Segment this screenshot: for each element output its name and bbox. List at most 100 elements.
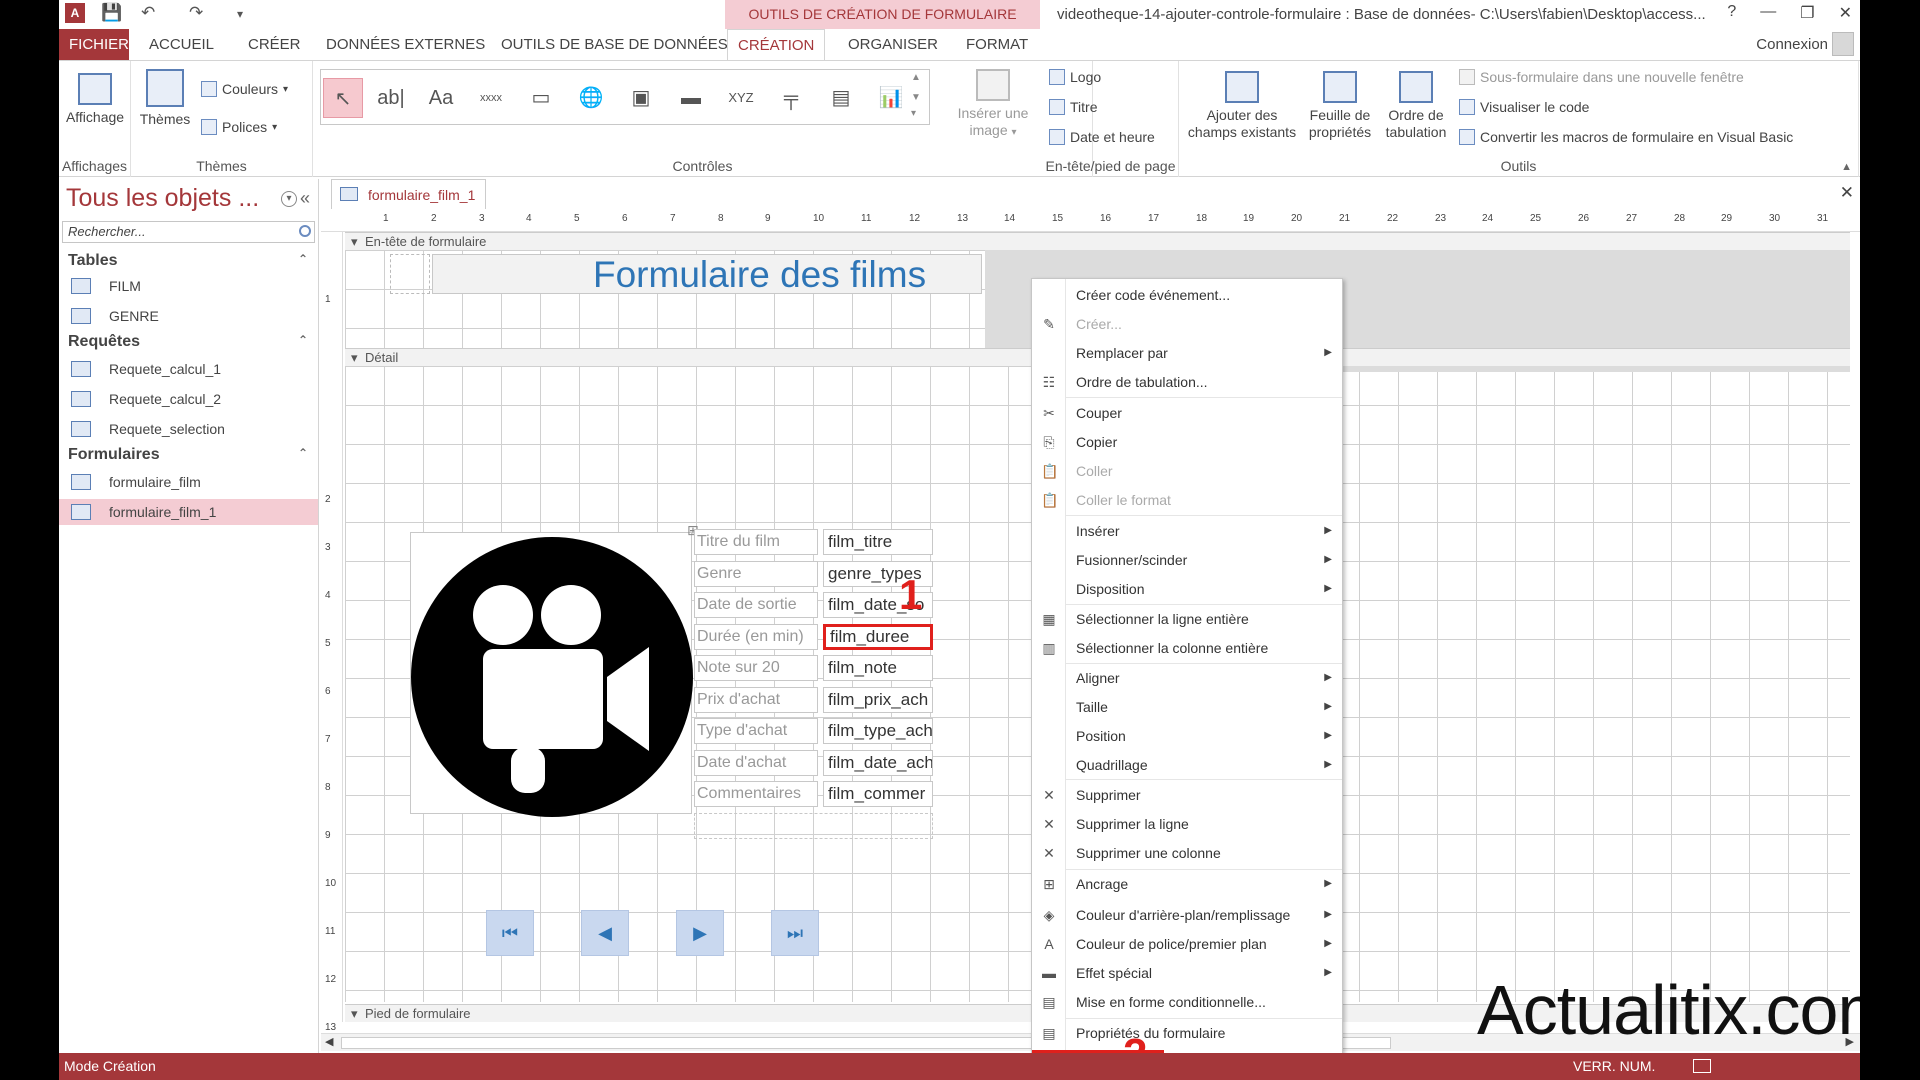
collapse-section-icon[interactable]: ⌃	[298, 252, 308, 266]
titre-button[interactable]: Titre	[1049, 99, 1097, 115]
nav-dropdown-icon[interactable]: ▾	[281, 191, 297, 207]
field-textbox[interactable]: film_note	[823, 655, 933, 681]
collapse-section-icon[interactable]: ⌃	[298, 446, 308, 460]
menu-item-quadrillage[interactable]: Quadrillage ▶	[1032, 753, 1342, 777]
menu-item-selectionner-la-ligne-entiere[interactable]: ▦ Sélectionner la ligne entière	[1032, 607, 1342, 631]
menu-item-ordre-de-tabulation[interactable]: ☷ Ordre de tabulation...	[1032, 370, 1342, 394]
scroll-left-icon[interactable]: ◀	[325, 1035, 333, 1048]
field-textbox-selected[interactable]: film_duree	[823, 624, 933, 650]
undo-icon[interactable]: ↶	[141, 3, 155, 23]
page-break-tool-icon[interactable]: ╤	[771, 78, 811, 118]
menu-item-supprimer-une-colonne[interactable]: ✕ Supprimer une colonne	[1032, 841, 1342, 865]
menu-item-fusionner-scinder[interactable]: Fusionner/scinder ▶	[1032, 548, 1342, 572]
label-tool-icon[interactable]: Aa	[421, 78, 461, 118]
polices-button[interactable]: Polices ▾	[201, 119, 277, 135]
inserer-image-button[interactable]: Insérer une image ▾	[949, 69, 1037, 141]
menu-item-couleur-d-arriere-plan-remplissage[interactable]: ◈ Couleur d'arrière-plan/remplissage ▶	[1032, 903, 1342, 927]
nav-section-formulaires[interactable]: Formulaires ⌃	[68, 446, 308, 464]
first-record-button[interactable]: ⏮	[486, 910, 534, 956]
field-label[interactable]: Type d'achat	[694, 718, 818, 744]
nav-search-input[interactable]: Rechercher...	[62, 221, 315, 243]
menu-item-couleur-de-police-premier-plan[interactable]: A Couleur de police/premier plan ▶	[1032, 932, 1342, 956]
field-label[interactable]: Prix d'achat	[694, 687, 818, 713]
tab-organiser[interactable]: ORGANISER	[838, 29, 948, 60]
restore-icon[interactable]: ❐	[1800, 3, 1814, 23]
menu-item-position[interactable]: Position ▶	[1032, 724, 1342, 748]
search-icon[interactable]	[299, 225, 311, 237]
select-tool-icon[interactable]: ↖	[323, 78, 363, 118]
last-record-button[interactable]: ⏭	[771, 910, 819, 956]
menu-item-remplacer-par[interactable]: Remplacer par ▶	[1032, 341, 1342, 365]
redo-icon[interactable]: ↷	[189, 3, 203, 23]
menu-item-inserer[interactable]: Insérer ▶	[1032, 519, 1342, 543]
field-label[interactable]: Commentaires	[694, 781, 818, 807]
menu-item-ancrage[interactable]: ⊞ Ancrage ▶	[1032, 872, 1342, 896]
affichage-button[interactable]: Affichage	[62, 73, 128, 126]
gallery-scroll-up-icon[interactable]: ▲	[911, 72, 921, 83]
field-textbox[interactable]: film_date_ach	[823, 750, 933, 776]
tab-donnees-externes[interactable]: DONNÉES EXTERNES	[316, 29, 495, 60]
themes-button[interactable]: Thèmes	[134, 69, 196, 128]
field-label[interactable]: Titre du film	[694, 529, 818, 555]
menu-item-coller-le-format[interactable]: 📋 Coller le format	[1032, 488, 1342, 512]
nav-item-requete-selection[interactable]: Requete_selection	[59, 416, 318, 442]
visualiser-code-button[interactable]: Visualiser le code	[1459, 99, 1589, 115]
nav-item-formulaire-film[interactable]: formulaire_film	[59, 469, 318, 495]
form-title-label[interactable]: Formulaire des films	[432, 254, 982, 295]
close-icon[interactable]: ✕	[1839, 3, 1852, 23]
field-label[interactable]: Date de sortie	[694, 592, 818, 618]
menu-item-effet-special[interactable]: ▬ Effet spécial ▶	[1032, 961, 1342, 985]
navigation-tool-icon[interactable]: ▬	[671, 78, 711, 118]
field-label[interactable]: Note sur 20	[694, 655, 818, 681]
customize-qat-icon[interactable]: ▾	[237, 7, 243, 21]
convertir-macros-button[interactable]: Convertir les macros de formulaire en Vi…	[1459, 129, 1793, 145]
menu-item-copier[interactable]: ⎘ Copier	[1032, 430, 1342, 454]
feuille-proprietes-button[interactable]: Feuille de propriétés	[1301, 71, 1379, 141]
field-label[interactable]: Durée (en min)	[694, 624, 818, 650]
field-textbox[interactable]: film_type_ach	[823, 718, 933, 744]
nav-item-requete-calcul-1[interactable]: Requete_calcul_1	[59, 356, 318, 382]
menu-item-selectionner-la-colonne-entiere[interactable]: ▥ Sélectionner la colonne entière	[1032, 636, 1342, 660]
textbox-tool-icon[interactable]: ab|	[371, 78, 411, 118]
tab-fichier[interactable]: FICHIER	[59, 29, 129, 60]
menu-item-aligner[interactable]: Aligner ▶	[1032, 666, 1342, 690]
tab-outils-bdd[interactable]: OUTILS DE BASE DE DONNÉES	[491, 29, 738, 60]
menu-item-supprimer[interactable]: ✕ Supprimer	[1032, 783, 1342, 807]
field-textbox[interactable]: film_prix_ach	[823, 687, 933, 713]
chart-tool-icon[interactable]: 📊	[871, 78, 911, 118]
menu-item-mise-en-forme-conditionnelle[interactable]: ▤ Mise en forme conditionnelle...	[1032, 990, 1342, 1014]
avatar[interactable]	[1832, 32, 1854, 56]
nav-collapse-icon[interactable]: «	[300, 188, 310, 209]
field-textbox[interactable]: film_commer	[823, 781, 933, 807]
hyperlink-tool-icon[interactable]: 🌐	[571, 78, 611, 118]
save-icon[interactable]: 💾	[101, 3, 122, 23]
nav-section-requetes[interactable]: Requêtes ⌃	[68, 333, 308, 351]
connexion-link[interactable]: Connexion	[1756, 36, 1828, 53]
ajouter-champs-button[interactable]: Ajouter des champs existants	[1183, 71, 1301, 141]
nav-section-tables[interactable]: Tables ⌃	[68, 252, 308, 270]
sous-formulaire-button[interactable]: Sous-formulaire dans une nouvelle fenêtr…	[1459, 69, 1744, 85]
menu-item-taille[interactable]: Taille ▶	[1032, 695, 1342, 719]
menu-item-supprimer-la-ligne[interactable]: ✕ Supprimer la ligne	[1032, 812, 1342, 836]
nav-item-requete-calcul-2[interactable]: Requete_calcul_2	[59, 386, 318, 412]
close-document-icon[interactable]: ✕	[1840, 183, 1854, 203]
nav-item-formulaire-film-1[interactable]: formulaire_film_1	[59, 499, 318, 525]
band-header-entete[interactable]: ▾ En-tête de formulaire	[345, 232, 1850, 250]
document-tab[interactable]: formulaire_film_1	[331, 179, 487, 209]
combo-box-tool-icon[interactable]: ▤	[821, 78, 861, 118]
tab-control-tool-icon[interactable]: ▭	[521, 78, 561, 118]
empty-layout-cell[interactable]	[694, 813, 933, 839]
nav-item-genre[interactable]: GENRE	[59, 303, 318, 329]
field-textbox[interactable]: film_titre	[823, 529, 933, 555]
tab-creation[interactable]: CRÉATION	[727, 29, 826, 61]
gallery-more-icon[interactable]: ▾	[911, 108, 916, 119]
next-record-button[interactable]: ▶	[676, 910, 724, 956]
menu-item-disposition[interactable]: Disposition ▶	[1032, 577, 1342, 601]
button-tool-icon[interactable]: xxxx	[471, 78, 511, 118]
menu-item-proprietes-du-formulaire[interactable]: ▤ Propriétés du formulaire	[1032, 1021, 1342, 1045]
tab-creer[interactable]: CRÉER	[238, 29, 311, 60]
menu-item-creer-code-evenement[interactable]: Créer code événement...	[1032, 283, 1342, 307]
field-label[interactable]: Date d'achat	[694, 750, 818, 776]
minimize-icon[interactable]: —	[1760, 3, 1776, 23]
access-app-icon[interactable]: A	[65, 3, 85, 23]
